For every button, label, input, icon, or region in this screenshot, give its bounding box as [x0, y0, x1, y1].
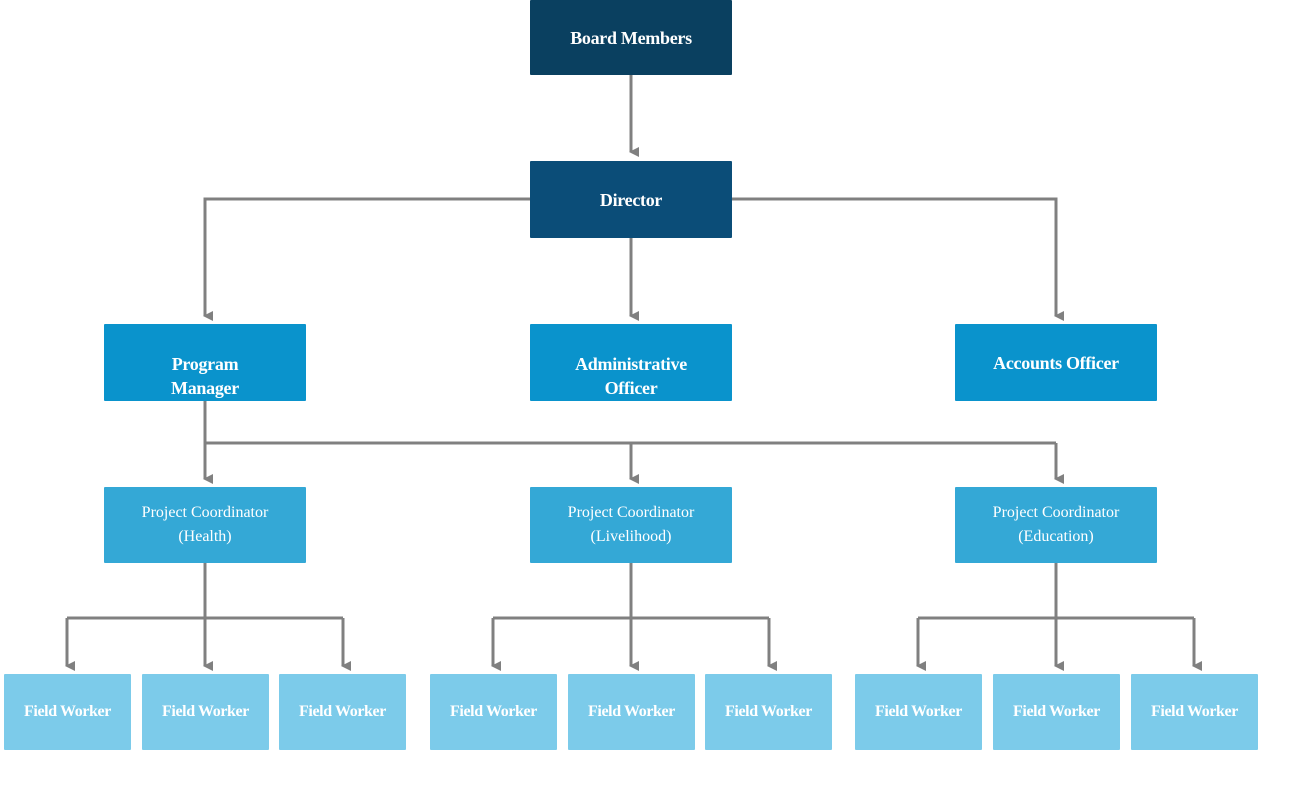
node-field-worker[interactable]: Field Worker — [855, 674, 982, 750]
node-field-worker[interactable]: Field Worker — [1131, 674, 1258, 750]
node-label: Field Worker — [162, 703, 249, 720]
node-label: Field Worker — [299, 703, 386, 720]
node-label: Project Coordinator (Health) — [141, 504, 269, 545]
connector-education-bus — [918, 563, 1194, 620]
node-label: Accounts Officer — [993, 352, 1119, 373]
node-label: Field Worker — [725, 703, 812, 720]
node-label: Field Worker — [1151, 703, 1238, 720]
connector-director-pm — [203, 197, 530, 321]
node-field-worker[interactable]: Field Worker — [279, 674, 406, 750]
node-label: Director — [599, 189, 663, 210]
connector-director-accounts — [732, 197, 1064, 321]
node-field-worker[interactable]: Field Worker — [4, 674, 131, 750]
node-label: Field Worker — [24, 703, 111, 720]
node-field-worker[interactable]: Field Worker — [993, 674, 1120, 750]
node-label: Administrative Officer — [575, 353, 687, 398]
node-label: Field Worker — [1013, 703, 1100, 720]
node-accounts-officer[interactable]: Accounts Officer — [955, 324, 1157, 401]
node-field-worker[interactable]: Field Worker — [705, 674, 832, 750]
node-label: Field Worker — [450, 703, 537, 720]
node-director[interactable]: Director — [530, 161, 732, 238]
node-label: Program Manager — [171, 353, 239, 398]
node-label: Field Worker — [588, 703, 675, 720]
node-program-manager[interactable]: Program Manager — [104, 324, 306, 401]
node-field-worker[interactable]: Field Worker — [142, 674, 269, 750]
node-label: Project Coordinator (Livelihood) — [567, 504, 695, 545]
node-pc-health[interactable]: Project Coordinator (Health) — [104, 487, 306, 563]
node-board-members[interactable]: Board Members — [530, 0, 732, 75]
node-administrative-officer[interactable]: Administrative Officer — [530, 324, 732, 401]
node-pc-education[interactable]: Project Coordinator (Education) — [955, 487, 1157, 563]
connector-health-bus — [67, 563, 343, 620]
connector-livelihood-bus — [493, 563, 769, 620]
node-field-worker[interactable]: Field Worker — [430, 674, 557, 750]
node-label: Board Members — [570, 27, 692, 48]
node-label: Project Coordinator (Education) — [992, 504, 1120, 545]
node-pc-livelihood[interactable]: Project Coordinator (Livelihood) — [530, 487, 732, 563]
node-field-worker[interactable]: Field Worker — [568, 674, 695, 750]
node-label: Field Worker — [875, 703, 962, 720]
